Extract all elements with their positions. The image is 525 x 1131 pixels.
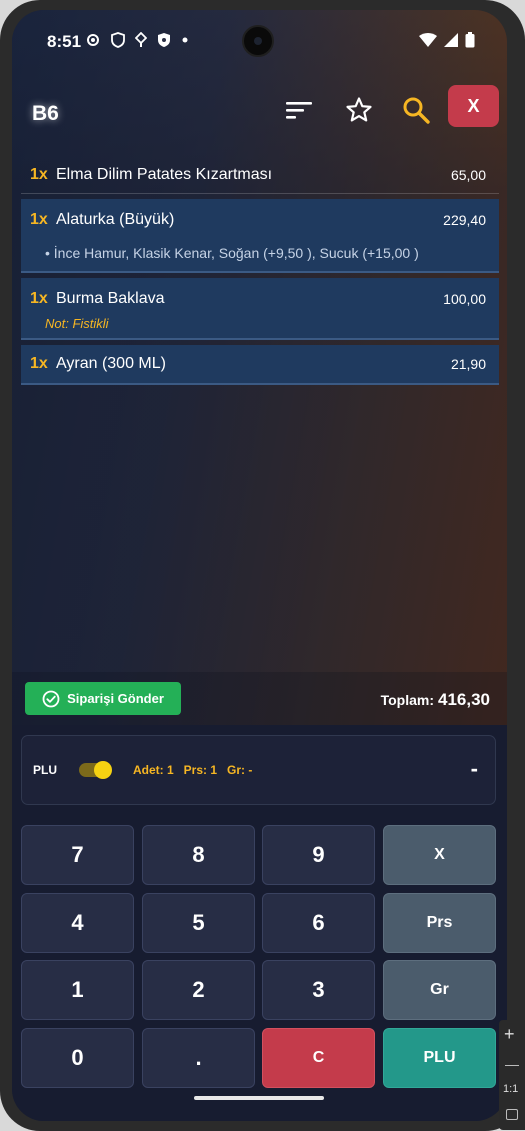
item-price: 21,90 [450, 356, 486, 372]
item-qty: 1x [30, 355, 48, 372]
plu-label: PLU [33, 763, 57, 777]
shield-filled-icon [157, 32, 171, 48]
send-order-label: Siparişi Gönder [67, 691, 164, 706]
keypad-area: PLU Adet: 1 Prs: 1 Gr: - - 7 8 9 X 4 5 6… [12, 725, 507, 1121]
gr-value: Gr: - [227, 763, 253, 777]
shield-outline-icon [111, 32, 125, 48]
ratio-button[interactable]: 1:1 [503, 1083, 518, 1095]
search-button[interactable] [396, 90, 436, 130]
check-circle-icon [42, 690, 60, 707]
screen: 8:51 B6 X 1x Elma Dilim Patates Kızartma… [12, 10, 507, 1121]
vpn-icon [135, 32, 147, 48]
plu-panel: PLU Adet: 1 Prs: 1 Gr: - - [21, 735, 496, 805]
key-clear[interactable]: C [262, 1028, 375, 1088]
star-icon [346, 97, 372, 122]
sort-icon [286, 102, 312, 119]
order-item[interactable]: 1x Burma Baklava 100,00 Not: Fistikli [21, 278, 499, 340]
order-item[interactable]: 1x Elma Dilim Patates Kızartması 65,00 [21, 156, 499, 194]
status-bar: 8:51 [12, 10, 507, 72]
key-2[interactable]: 2 [142, 960, 255, 1020]
key-0[interactable]: 0 [21, 1028, 134, 1088]
key-9[interactable]: 9 [262, 825, 375, 885]
close-table-button[interactable]: X [448, 85, 499, 127]
total-value: 416,30 [438, 690, 490, 709]
emulator-side-tools: + 1:1 [499, 1020, 525, 1130]
item-qty: 1x [30, 211, 48, 228]
phone-frame: 8:51 B6 X 1x Elma Dilim Patates Kızartma… [0, 0, 525, 1131]
key-8[interactable]: 8 [142, 825, 255, 885]
key-7[interactable]: 7 [21, 825, 134, 885]
key-multiply[interactable]: X [383, 825, 496, 885]
sort-button[interactable] [279, 90, 319, 130]
item-price: 100,00 [443, 291, 486, 307]
order-item[interactable]: 1x Ayran (300 ML) 21,90 [21, 345, 499, 385]
key-6[interactable]: 6 [262, 893, 375, 953]
item-name: Elma Dilim Patates Kızartması [56, 166, 273, 183]
favorite-button[interactable] [339, 90, 379, 130]
key-dot[interactable]: . [142, 1028, 255, 1088]
key-plu[interactable]: PLU [383, 1028, 496, 1088]
search-icon [403, 97, 430, 124]
send-bar: Siparişi Gönder Toplam: 416,30 [12, 672, 507, 725]
item-name: Burma Baklava [56, 290, 165, 307]
plu-display: - [470, 756, 478, 781]
prs-value: Prs: 1 [183, 763, 218, 777]
total-label: Toplam: [380, 692, 434, 708]
item-name: Alaturka (Büyük) [56, 211, 175, 228]
adet-value: Adet: 1 [133, 763, 174, 777]
signal-icon [443, 32, 459, 53]
status-time: 8:51 [47, 32, 82, 51]
battery-icon [465, 32, 475, 53]
wifi-icon [419, 32, 437, 53]
key-1[interactable]: 1 [21, 960, 134, 1020]
order-item[interactable]: 1x Alaturka (Büyük) 229,40 • İnce Hamur,… [21, 199, 499, 273]
plu-info: Adet: 1 Prs: 1 Gr: - [133, 763, 252, 777]
item-name: Ayran (300 ML) [56, 355, 166, 372]
plu-toggle[interactable] [79, 761, 112, 779]
zoom-out-icon[interactable] [505, 1065, 519, 1066]
key-5[interactable]: 5 [142, 893, 255, 953]
table-title: B6 [32, 102, 59, 125]
key-3[interactable]: 3 [262, 960, 375, 1020]
total: Toplam: 416,30 [381, 690, 490, 710]
home-indicator[interactable] [194, 1096, 324, 1100]
item-qty: 1x [30, 166, 48, 183]
key-prs[interactable]: Prs [383, 893, 496, 953]
item-options: • İnce Hamur, Klasik Kenar, Soğan (+9,50… [45, 245, 419, 261]
item-price: 229,40 [443, 212, 486, 228]
app-bar: B6 X [12, 72, 507, 140]
front-camera [242, 25, 274, 57]
send-order-button[interactable]: Siparişi Gönder [25, 682, 181, 715]
item-price: 65,00 [450, 167, 486, 183]
toggle-knob [94, 761, 112, 779]
dot-icon [181, 32, 189, 48]
item-note: Not: Fistikli [45, 316, 109, 331]
key-gr[interactable]: Gr [383, 960, 496, 1020]
zoom-in-icon[interactable]: + [504, 1024, 515, 1045]
item-qty: 1x [30, 290, 48, 307]
screenshot-icon[interactable] [506, 1109, 518, 1120]
key-4[interactable]: 4 [21, 893, 134, 953]
settings-icon [85, 32, 101, 48]
